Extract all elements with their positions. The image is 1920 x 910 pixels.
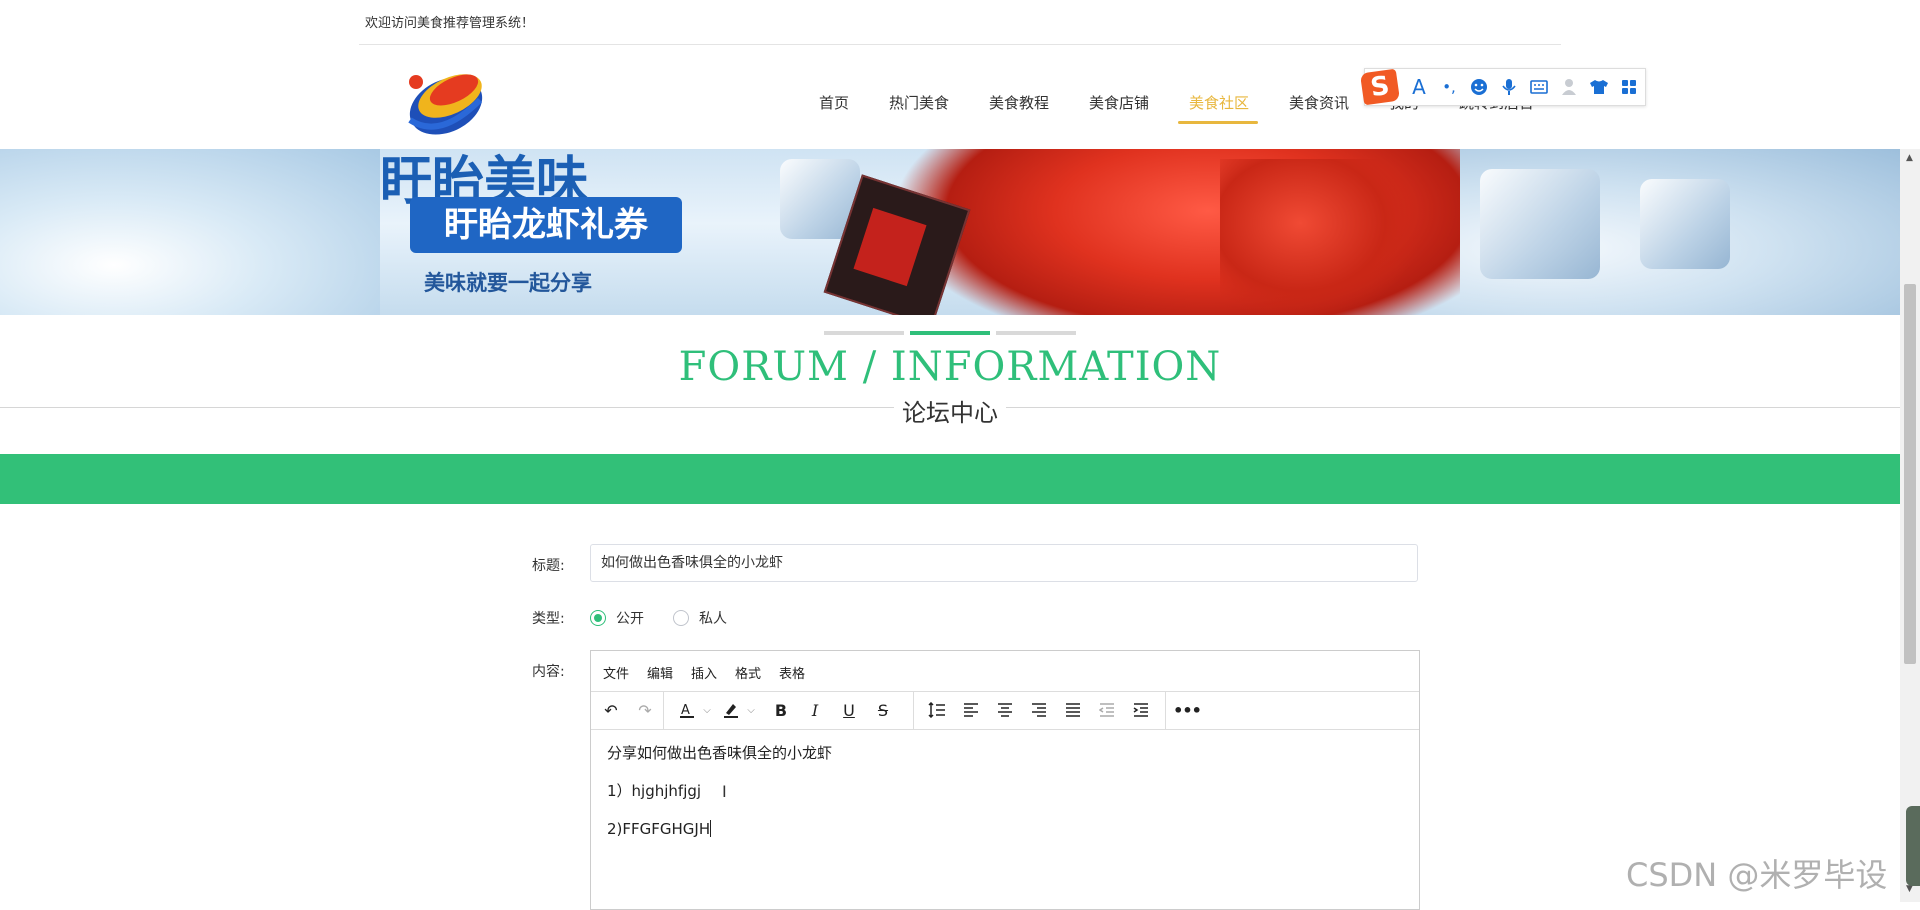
radio-public-label: 公开 xyxy=(616,611,644,627)
nav-community[interactable]: 美食社区 xyxy=(1189,92,1249,113)
undo-icon[interactable]: ↶ xyxy=(599,699,623,721)
content-line-text: 2)FFGFGHGJH xyxy=(607,820,711,838)
rich-text-editor[interactable]: 文件 编辑 插入 格式 表格 ↶ ↷ A ⌵ ⌵ B I U S ••• 分享如… xyxy=(590,650,1420,910)
microphone-icon[interactable] xyxy=(1499,77,1519,97)
strikethrough-icon[interactable]: S xyxy=(871,699,895,721)
nav-active-underline xyxy=(1178,121,1258,124)
radio-circle-icon[interactable] xyxy=(673,610,689,626)
underline-icon[interactable]: U xyxy=(837,699,861,721)
carousel-dot[interactable] xyxy=(996,331,1076,335)
side-widget-tab[interactable] xyxy=(1906,806,1920,886)
more-icon[interactable]: ••• xyxy=(1173,699,1202,721)
nav-home[interactable]: 首页 xyxy=(819,92,849,113)
content-line: 1）hjghjhfjgj xyxy=(607,782,702,800)
content-label: 内容: xyxy=(532,664,565,680)
type-label: 类型: xyxy=(532,611,565,627)
ime-toolbar[interactable]: S A •, xyxy=(1359,68,1646,106)
line-height-icon[interactable] xyxy=(925,699,949,721)
align-center-icon[interactable] xyxy=(993,699,1017,721)
green-banner-bar xyxy=(0,454,1900,504)
editor-menubar: 文件 编辑 插入 格式 表格 xyxy=(591,651,1419,692)
nav-news[interactable]: 美食资讯 xyxy=(1289,92,1349,113)
radio-public[interactable]: 公开 xyxy=(590,608,644,628)
chevron-down-icon[interactable]: ⌵ xyxy=(695,699,719,721)
welcome-text: 欢迎访问美食推荐管理系统！ xyxy=(365,16,535,31)
ice-cube-image xyxy=(1480,169,1600,279)
content-line: 分享如何做出色香味俱全的小龙虾 xyxy=(607,744,833,762)
section-title-cn: 论坛中心 xyxy=(894,399,1006,427)
punctuation-icon[interactable]: •, xyxy=(1439,77,1459,97)
align-justify-icon[interactable] xyxy=(1061,699,1085,721)
grid-icon[interactable] xyxy=(1619,77,1639,97)
site-logo[interactable] xyxy=(400,60,496,136)
banner-pill: 盱眙龙虾礼券 xyxy=(410,197,682,253)
chevron-down-icon[interactable]: ⌵ xyxy=(739,699,763,721)
text-caret xyxy=(710,820,712,837)
toolbar-separator xyxy=(913,691,914,729)
content-line-current: 2)FFGFGHGJH xyxy=(607,819,832,840)
nav-shops[interactable]: 美食店铺 xyxy=(1089,92,1149,113)
skin-icon[interactable] xyxy=(1589,77,1609,97)
radio-circle-icon[interactable] xyxy=(590,610,606,626)
toolbar-separator xyxy=(1165,691,1166,729)
radio-private-label: 私人 xyxy=(699,611,727,627)
toolbar-separator xyxy=(663,691,664,729)
menu-edit[interactable]: 编辑 xyxy=(647,663,673,682)
banner-carousel[interactable]: 盱眙美味 盱眙龙虾礼券 美味就要一起分享 xyxy=(0,149,1900,315)
nav-tutorials[interactable]: 美食教程 xyxy=(989,92,1049,113)
menu-insert[interactable]: 插入 xyxy=(691,663,717,682)
section-title-en: FORUM / INFORMATION xyxy=(678,344,1222,390)
align-left-icon[interactable] xyxy=(959,699,983,721)
editor-toolbar: ↶ ↷ A ⌵ ⌵ B I U S ••• xyxy=(591,691,1419,730)
ime-logo-icon[interactable]: S xyxy=(1359,68,1401,106)
outdent-icon[interactable] xyxy=(1095,699,1119,721)
menu-format[interactable]: 格式 xyxy=(735,663,761,682)
title-input[interactable]: 如何做出色香味俱全的小龙虾 xyxy=(590,544,1418,582)
scroll-thumb[interactable] xyxy=(1904,284,1916,664)
nav-hot-food[interactable]: 热门美食 xyxy=(889,92,949,113)
radio-private[interactable]: 私人 xyxy=(673,608,727,628)
editor-content[interactable]: 分享如何做出色香味俱全的小龙虾 1）hjghjhfjgj 2)FFGFGHGJH xyxy=(607,743,832,857)
font-icon[interactable]: A xyxy=(1409,75,1429,99)
redo-icon[interactable]: ↷ xyxy=(633,699,657,721)
italic-icon[interactable]: I xyxy=(803,699,827,721)
menu-file[interactable]: 文件 xyxy=(603,663,629,682)
page-scrollbar[interactable]: ▲ ▼ xyxy=(1900,149,1920,902)
text-cursor-icon: Ι xyxy=(722,782,727,801)
svg-text:A: A xyxy=(681,703,690,718)
user-icon[interactable] xyxy=(1559,77,1579,97)
title-label: 标题: xyxy=(532,558,565,574)
bold-icon[interactable]: B xyxy=(769,699,793,721)
section-title-cn-wrap: 论坛中心 xyxy=(0,393,1900,428)
keyboard-icon[interactable] xyxy=(1529,77,1549,97)
lobster-claw-image xyxy=(1220,159,1420,315)
align-right-icon[interactable] xyxy=(1027,699,1051,721)
carousel-dot[interactable] xyxy=(824,331,904,335)
banner-ice-left xyxy=(0,149,380,315)
carousel-dot-active[interactable] xyxy=(910,331,990,335)
top-bar: 欢迎访问美食推荐管理系统！ xyxy=(359,0,1561,45)
emoji-icon[interactable] xyxy=(1469,77,1489,97)
watermark: CSDN @米罗毕设 xyxy=(1626,856,1888,894)
menu-table[interactable]: 表格 xyxy=(779,663,805,682)
scroll-up-icon[interactable]: ▲ xyxy=(1906,153,1913,163)
ice-cube-image xyxy=(1640,179,1730,269)
indent-icon[interactable] xyxy=(1129,699,1153,721)
banner-subtitle: 美味就要一起分享 xyxy=(424,271,592,295)
